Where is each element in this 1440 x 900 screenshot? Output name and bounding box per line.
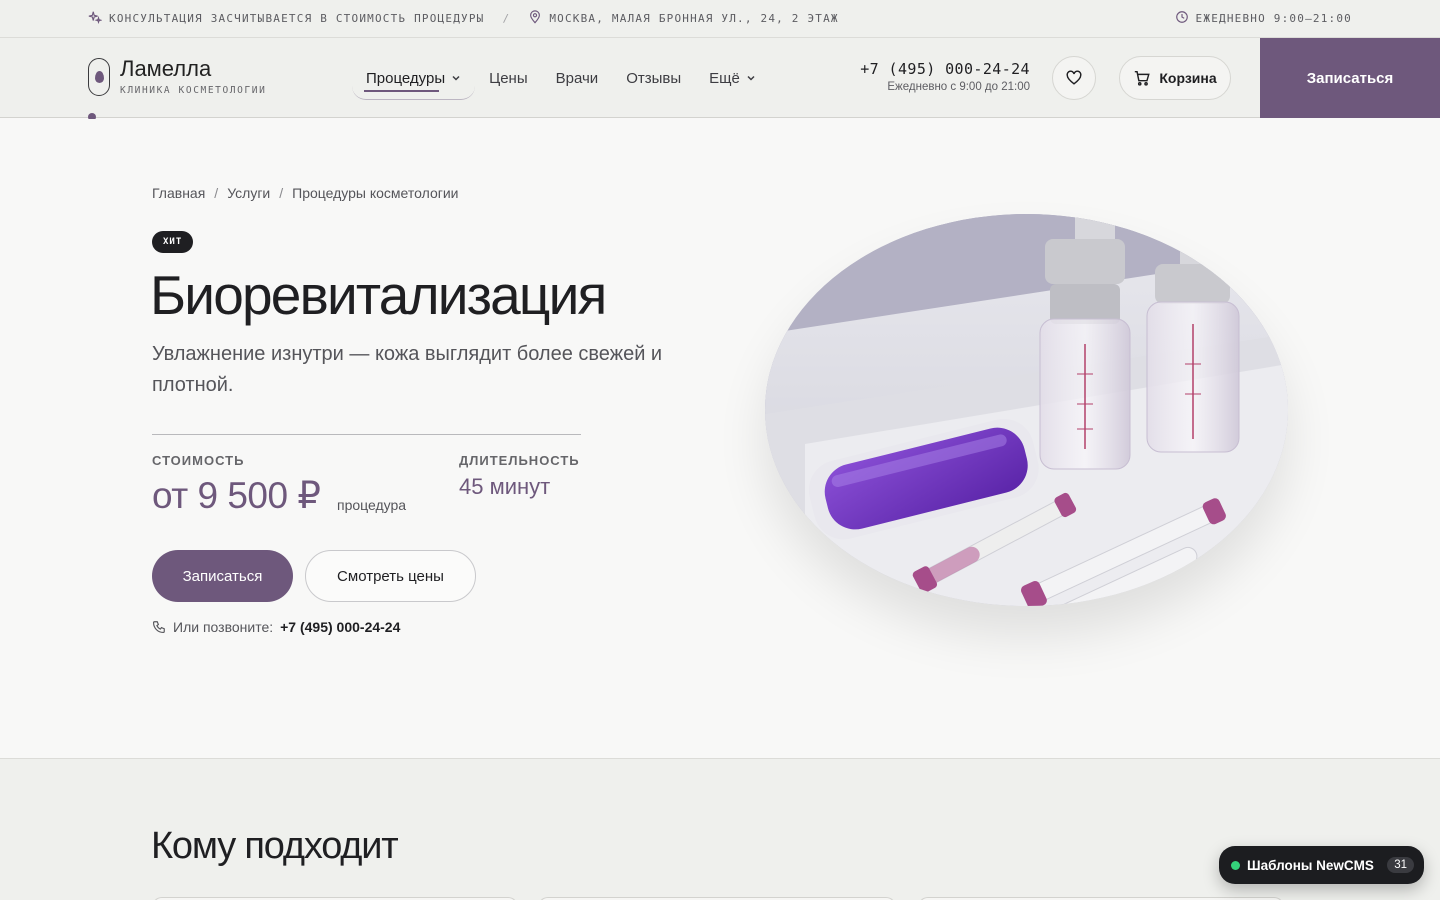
brand-logo[interactable]: Ламелла клиника косметологии (88, 57, 266, 96)
nav-item-procedures[interactable]: Процедуры (352, 56, 476, 100)
main-header: Ламелла клиника косметологии Процедуры Ц… (0, 38, 1440, 118)
chevron-down-icon (747, 75, 755, 81)
heart-icon (1066, 70, 1082, 85)
cart-label: Корзина (1159, 70, 1217, 86)
nav-item-reviews[interactable]: Отзывы (612, 56, 695, 100)
nav-label: Отзывы (626, 69, 682, 87)
widget-label: Шаблоны NewCMS (1247, 857, 1374, 873)
phone-hours: Ежедневно с 9:00 до 21:00 (887, 81, 1030, 93)
header-phone[interactable]: +7 (495) 000-24-24 Ежедневно с 9:00 до 2… (830, 60, 1030, 93)
nav-label: Ещё (709, 69, 740, 87)
brand-name: Ламелла (120, 56, 212, 81)
breadcrumb-separator: / (279, 185, 284, 201)
nav-label: Процедуры (366, 69, 446, 87)
meta-divider (152, 434, 581, 435)
address-text: МОСКВА, МАЛАЯ БРОННАЯ УЛ., 24, 2 ЭТАЖ (549, 12, 839, 25)
nav-label: Цены (489, 69, 528, 87)
breadcrumb: Главная / Услуги / Процедуры косметологи… (152, 185, 458, 201)
address-link[interactable]: МОСКВА, МАЛАЯ БРОННАЯ УЛ., 24, 2 ЭТАЖ (528, 10, 838, 27)
topbar-separator: / (502, 12, 511, 25)
view-prices-button[interactable]: Смотреть цены (305, 550, 476, 602)
breadcrumb-current[interactable]: Процедуры косметологии (292, 185, 458, 201)
hit-badge: ХИТ (152, 231, 194, 253)
nav-label: Врачи (555, 69, 599, 87)
nav-item-prices[interactable]: Цены (475, 56, 542, 100)
duration-value: 45 минут (459, 474, 551, 499)
phone-number[interactable]: +7 (495) 000-24-24 (830, 60, 1030, 78)
price-value: от 9 500 ₽ (152, 475, 321, 516)
duration-label: ДЛИТЕЛЬНОСТЬ (459, 453, 580, 468)
consultation-note: КОНСУЛЬТАЦИЯ ЗАСЧИТЫВАЕТСЯ В СТОИМОСТЬ П… (88, 10, 484, 27)
breadcrumb-home[interactable]: Главная (152, 185, 205, 201)
page-title: Биоревитализация (150, 264, 607, 326)
cart-button[interactable]: Корзина (1119, 56, 1231, 100)
top-info-bar: КОНСУЛЬТАЦИЯ ЗАСЧИТЫВАЕТСЯ В СТОИМОСТЬ П… (0, 0, 1440, 38)
sparkles-icon (88, 10, 103, 27)
chevron-down-icon (452, 75, 460, 81)
phone-icon (153, 621, 165, 633)
clock-icon (1175, 10, 1189, 27)
templates-widget[interactable]: Шаблоны NewCMS 31 (1219, 846, 1424, 884)
hero-image (765, 214, 1288, 606)
price-unit: процедура (337, 497, 407, 513)
book-button[interactable]: Записаться (152, 550, 293, 602)
nav-item-more[interactable]: Ещё (695, 56, 770, 100)
section-title: Кому подходит (151, 825, 399, 867)
working-hours: ЕЖЕДНЕВНО 9:00–21:00 (1175, 10, 1352, 27)
call-number[interactable]: +7 (495) 000-24-24 (280, 619, 400, 635)
brand-subtitle: клиника косметологии (120, 85, 267, 96)
breadcrumb-services[interactable]: Услуги (227, 185, 270, 201)
header-book-button[interactable]: Записаться (1260, 38, 1440, 118)
hero-section: Главная / Услуги / Процедуры косметологи… (0, 119, 1440, 759)
call-prefix: Или позвоните: (173, 619, 274, 635)
widget-count-badge: 31 (1387, 857, 1414, 873)
call-line: Или позвоните: +7 (495) 000-24-24 (152, 619, 400, 635)
online-status-dot (1231, 860, 1240, 870)
breadcrumb-separator: / (214, 185, 219, 201)
favorites-button[interactable] (1052, 56, 1096, 100)
drop-icon (88, 57, 110, 96)
cart-icon (1135, 70, 1151, 86)
price-label: СТОИМОСТЬ (152, 453, 245, 468)
map-pin-icon (528, 10, 542, 27)
consultation-text: КОНСУЛЬТАЦИЯ ЗАСЧИТЫВАЕТСЯ В СТОИМОСТЬ П… (109, 12, 485, 25)
nav-item-doctors[interactable]: Врачи (542, 56, 613, 100)
hours-text: ЕЖЕДНЕВНО 9:00–21:00 (1195, 12, 1352, 25)
main-nav: Процедуры Цены Врачи Отзывы Ещё (352, 56, 770, 100)
page-subtitle: Увлажнение изнутри — кожа выглядит более… (152, 343, 663, 396)
